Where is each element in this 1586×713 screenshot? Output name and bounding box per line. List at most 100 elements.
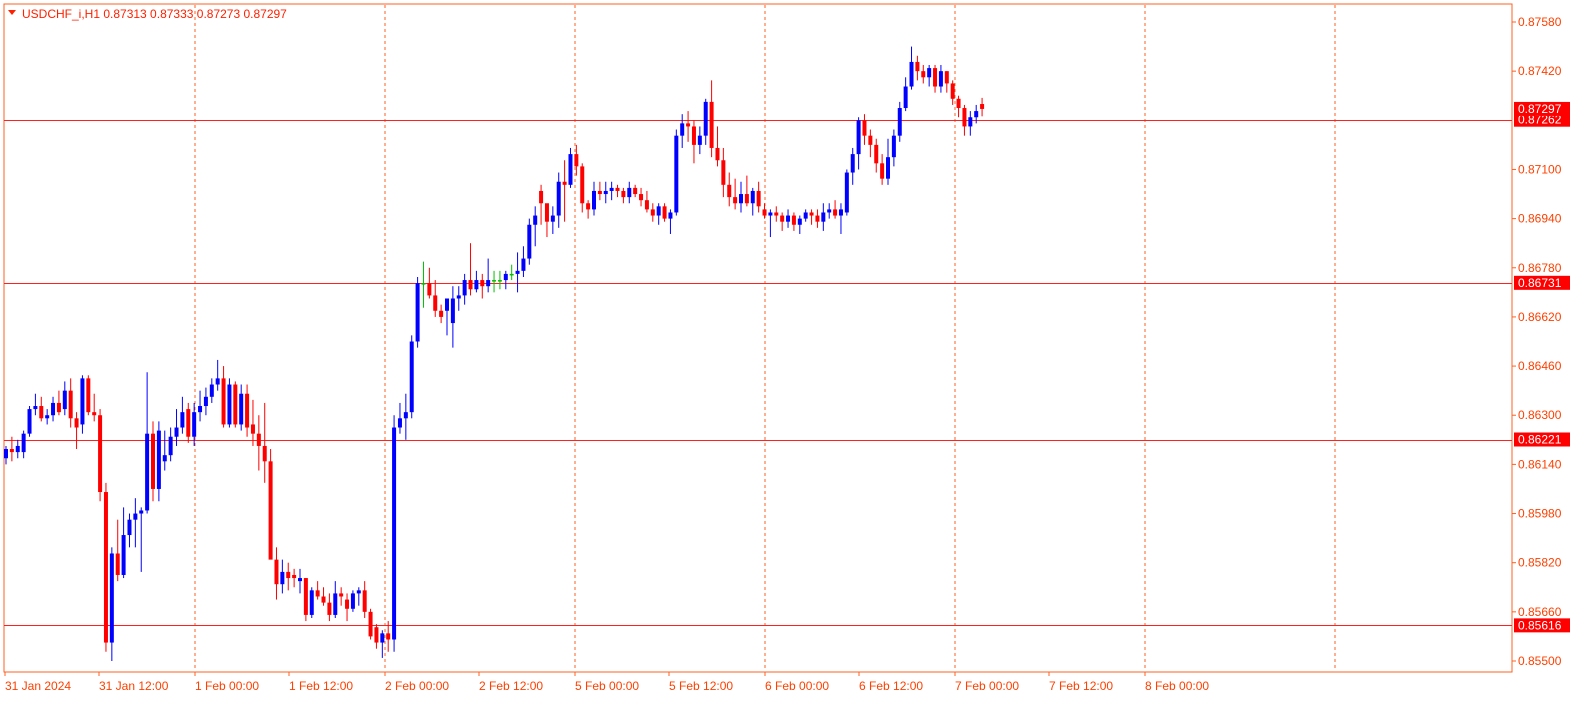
candle-body (286, 571, 291, 579)
candle-body (180, 412, 185, 428)
candle-body (768, 212, 773, 216)
candle-body (327, 602, 332, 615)
candle-body (603, 190, 608, 195)
candle-body (303, 578, 308, 615)
candle-body (715, 147, 720, 161)
time-tick-label: 6 Feb 12:00 (859, 679, 923, 693)
price-tick-label: 0.86460 (1518, 359, 1562, 373)
candle-body (315, 590, 320, 597)
candle-body (139, 510, 144, 514)
candle-body (450, 298, 455, 324)
candle-body (956, 98, 961, 109)
candle-body (162, 455, 167, 462)
candle-body (762, 209, 767, 216)
candle-body (586, 203, 591, 210)
candle-body (350, 593, 355, 609)
candle-body (174, 427, 179, 437)
candle-body (974, 111, 979, 118)
price-tick-label: 0.86140 (1518, 457, 1562, 471)
candle-body (198, 406, 203, 413)
candle-body (4, 449, 8, 459)
candle-body (186, 409, 191, 437)
candle-body (791, 215, 796, 225)
candle-body (486, 280, 491, 287)
candle-body (874, 144, 879, 164)
price-chart[interactable]: 0.87580 0.87420 0.87100 0.86940 0.86780 0.866… (0, 0, 1586, 708)
candle-body (562, 181, 567, 185)
price-tick-label: 0.85500 (1518, 654, 1562, 668)
candle-body (527, 224, 532, 259)
candle-body (944, 71, 949, 84)
candle-body (980, 104, 985, 109)
candle-body (227, 384, 232, 425)
candle-body (380, 633, 385, 643)
candle-body (515, 270, 520, 274)
candle-body (445, 298, 449, 311)
candle-body (339, 593, 344, 597)
candle-body (298, 578, 302, 582)
candle-body (803, 212, 808, 219)
candle-body (468, 280, 473, 290)
candle-body (703, 101, 708, 136)
symbol-header[interactable]: USDCHF_i,H1 0.87313 0.87333 0.87273 0.87… (8, 7, 287, 21)
candle-body (462, 280, 467, 296)
candle-body (497, 280, 502, 282)
candle-body (903, 86, 908, 109)
candle-body (133, 513, 138, 520)
candle-body (474, 280, 479, 290)
candle-body (533, 215, 538, 225)
candle-body (921, 71, 926, 78)
candle-body (415, 283, 420, 342)
candle-body (374, 627, 379, 643)
candle-body (509, 273, 514, 276)
candle-body (250, 424, 255, 434)
candle-body (439, 310, 444, 317)
candle-body (74, 418, 79, 428)
price-tick-label: 0.87580 (1518, 15, 1562, 29)
candle-body (362, 590, 367, 612)
candle-body (686, 123, 691, 127)
candle-body (697, 135, 702, 145)
price-tick-label: 0.86620 (1518, 310, 1562, 324)
price-tick-label: 0.86940 (1518, 212, 1562, 226)
time-tick-label: 2 Feb 12:00 (479, 679, 543, 693)
candle-body (109, 553, 114, 643)
candle-body (950, 83, 955, 99)
price-badge-label: 0.85616 (1518, 618, 1562, 632)
candle-body (256, 433, 261, 446)
candle-body (962, 108, 967, 127)
candle-body (915, 61, 920, 72)
candle-body (245, 393, 250, 428)
time-tick-label: 5 Feb 12:00 (669, 679, 733, 693)
candle-body (927, 68, 932, 78)
candle-body (550, 215, 555, 222)
candle-body (151, 433, 155, 489)
candle-body (580, 166, 585, 204)
candle-body (756, 190, 761, 207)
candle-body (809, 212, 814, 216)
candle-body (656, 206, 661, 216)
candle-body (51, 402, 56, 416)
candle-body (844, 172, 849, 213)
candle-body (333, 593, 338, 615)
candle-body (427, 283, 432, 296)
candle-body (86, 378, 91, 413)
candle-body (662, 206, 667, 219)
candle-body (492, 280, 497, 282)
candle-body (862, 120, 867, 136)
candle-body (886, 157, 890, 179)
candle-body (309, 590, 314, 615)
candle-body (938, 71, 943, 87)
candle-body (821, 212, 826, 222)
candle-body (421, 283, 426, 285)
candle-body (750, 190, 755, 204)
candle-body (68, 390, 73, 419)
candle-body (356, 590, 361, 594)
candle-body (721, 160, 726, 185)
time-tick-label: 1 Feb 00:00 (195, 679, 259, 693)
candle-body (568, 154, 573, 185)
candle-body (627, 187, 632, 198)
candle-body (115, 553, 120, 575)
candle-body (668, 212, 673, 219)
candle-body (480, 280, 485, 287)
